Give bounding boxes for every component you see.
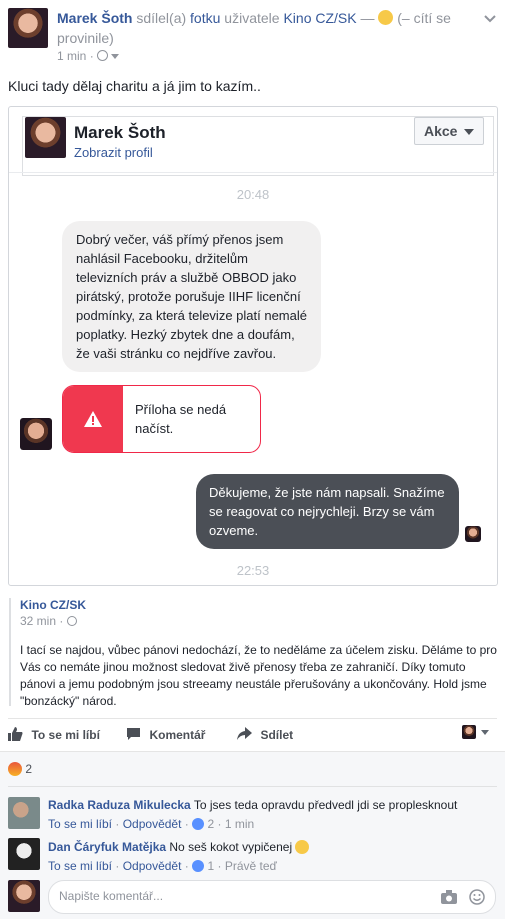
share-icon xyxy=(237,727,252,740)
akce-chevron-down-icon xyxy=(464,129,474,135)
post-meta: 1 min · xyxy=(57,49,120,63)
like-button[interactable]: To se mi líbí xyxy=(8,726,100,744)
incoming-message: Dobrý večer, váš přímý přenos jsem nahlá… xyxy=(62,221,321,372)
comment-reply-link[interactable]: Odpovědět xyxy=(123,817,182,831)
comment-text: To jses teda opravdu předvedl jdi se pro… xyxy=(193,798,458,812)
angry-reaction-icon xyxy=(8,762,22,776)
reactions-summary[interactable]: 2 xyxy=(8,762,32,778)
share-button[interactable]: Sdílet xyxy=(237,726,293,744)
header-divider xyxy=(9,172,497,173)
conversation-name: Marek Šoth xyxy=(74,123,166,142)
comment-reply-link[interactable]: Odpovědět xyxy=(123,859,182,873)
camera-icon[interactable] xyxy=(441,890,457,904)
attachment-error: Příloha se nedá načíst. xyxy=(62,385,261,453)
reactions-divider xyxy=(8,786,497,787)
audience-chevron-down-icon[interactable] xyxy=(111,54,120,59)
comment-like-link[interactable]: To se mi líbí xyxy=(48,817,112,831)
share-as-avatar[interactable] xyxy=(462,725,476,739)
feeling-dash: — xyxy=(360,10,375,26)
warning-icon xyxy=(84,411,102,427)
comment-time[interactable]: 1 min xyxy=(225,817,254,831)
sender-avatar xyxy=(20,418,52,450)
page-name[interactable]: Kino CZ/SK xyxy=(20,598,86,612)
comment-like-count[interactable]: 1 xyxy=(207,859,214,873)
shared-user-prefix: uživatele xyxy=(224,10,280,26)
post-header: Marek Šoth sdílel(a) fotku uživatele Kin… xyxy=(57,8,477,48)
comment-author[interactable]: Dan Čáryfuk Matějka xyxy=(48,840,166,854)
message-time-1: 20:48 xyxy=(236,187,270,202)
post-options-chevron-down-icon[interactable] xyxy=(484,10,496,23)
comment-time[interactable]: Právě teď xyxy=(225,859,277,873)
akce-button[interactable]: Akce xyxy=(414,117,484,145)
actions-divider-top xyxy=(8,718,497,719)
page-post-meta: 32 min · xyxy=(20,614,77,628)
comment-like-link[interactable]: To se mi líbí xyxy=(48,859,112,873)
comment-actions: To se mi líbí · Odpovědět · 2 · 1 min xyxy=(48,817,255,831)
comment-avatar[interactable] xyxy=(8,838,40,870)
attachment-error-icon-bg xyxy=(63,386,123,452)
like-count-icon xyxy=(192,860,205,872)
comment-avatar[interactable] xyxy=(8,797,40,829)
comment-input[interactable]: Napište komentář... xyxy=(48,880,496,914)
comment-actions: To se mi líbí · Odpovědět · 1 · Právě te… xyxy=(48,859,277,873)
message-time-2: 22:53 xyxy=(236,563,270,578)
comment-input-placeholder: Napište komentář... xyxy=(59,889,164,903)
feeling-emoji-icon xyxy=(378,10,394,25)
share-as-chevron-down-icon[interactable] xyxy=(481,730,489,735)
shared-text: sdílel(a) xyxy=(136,10,187,26)
author-name[interactable]: Marek Šoth xyxy=(57,10,132,26)
shared-page-link[interactable]: Kino CZ/SK xyxy=(283,10,356,26)
shared-object-link[interactable]: fotku xyxy=(190,10,220,26)
attachment-error-text: Příloha se nedá načíst. xyxy=(135,402,227,436)
like-count-icon xyxy=(192,818,205,830)
like-icon xyxy=(8,727,23,741)
page-post-text: I tací se najdou, vůbec pánovi nedochází… xyxy=(20,643,497,708)
comment-body: Radka Raduza Mikulecka To jses teda opra… xyxy=(48,798,498,812)
comment-button[interactable]: Komentář xyxy=(126,726,205,744)
comment-text: No seš kokot vypičenej xyxy=(169,840,293,854)
comment-author[interactable]: Radka Raduza Mikulecka xyxy=(48,798,191,812)
globe-icon xyxy=(97,50,109,61)
comment-icon xyxy=(127,728,140,740)
author-avatar[interactable] xyxy=(8,8,48,48)
outgoing-message: Děkujeme, že jste nám napsali. Snažíme s… xyxy=(196,474,459,549)
view-profile-link[interactable]: Zobrazit profil xyxy=(74,145,153,160)
conversation-avatar xyxy=(25,117,66,158)
post-text: Kluci tady dělaj charitu a já jim to kaz… xyxy=(8,78,261,94)
emoji-icon[interactable] xyxy=(469,889,485,905)
comment-body: Dan Čáryfuk Matějka No seš kokot vypičen… xyxy=(48,840,498,854)
page-post-time[interactable]: 32 min xyxy=(20,614,56,628)
globe-icon xyxy=(66,616,77,626)
composer-avatar xyxy=(8,880,40,912)
read-receipt-avatar xyxy=(465,526,481,542)
page-post-rule xyxy=(9,598,11,706)
messenger-screenshot: Marek Šoth Zobrazit profil Akce 20:48 Do… xyxy=(8,106,498,586)
smile-emoji-icon xyxy=(295,840,310,854)
post-time[interactable]: 1 min xyxy=(57,49,86,63)
comment-like-count[interactable]: 2 xyxy=(207,817,214,831)
